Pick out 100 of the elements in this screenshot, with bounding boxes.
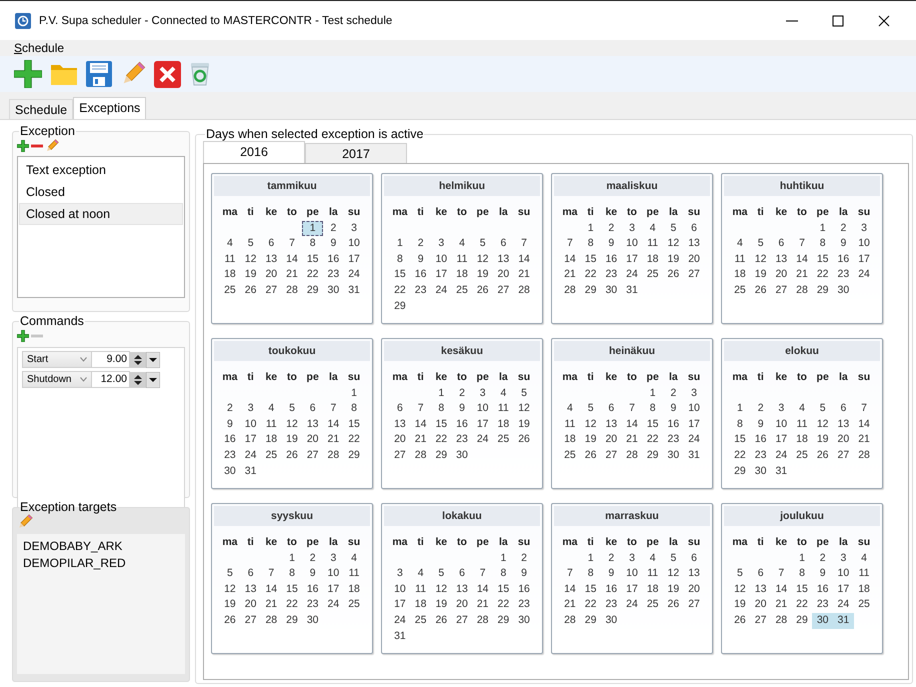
calendar-day[interactable]: 25 [560,448,580,464]
calendar-day[interactable]: 18 [792,432,812,448]
calendar-day[interactable]: 31 [833,612,854,629]
command-dropdown[interactable]: Start [22,351,92,368]
calendar-day[interactable]: 29 [390,298,410,314]
calendar-day[interactable]: 13 [600,416,622,432]
calendar-day[interactable]: 22 [642,432,664,448]
calendar-day[interactable]: 8 [390,252,410,268]
calendar-day[interactable]: 14 [854,416,874,432]
calendar-day[interactable]: 18 [642,252,664,268]
calendar-day[interactable]: 3 [472,386,494,402]
calendar-day[interactable]: 17 [430,267,452,283]
list-item[interactable]: Closed at noon [19,203,183,225]
calendar-day[interactable]: 30 [514,612,534,629]
calendar-day[interactable]: 12 [514,401,534,417]
calendar-day[interactable]: 16 [600,582,622,598]
calendar-day[interactable]: 15 [580,252,601,268]
calendar-day[interactable]: 17 [344,252,364,268]
calendar-day[interactable]: 10 [472,401,494,417]
calendar-day[interactable]: 12 [580,416,601,432]
calendar-day[interactable]: 1 [430,386,452,402]
calendar-day[interactable]: 20 [600,432,622,448]
calendar-day[interactable]: 5 [580,401,601,417]
floppy-icon[interactable] [86,61,112,87]
calendar-day[interactable]: 16 [323,252,344,268]
calendar-day[interactable]: 15 [642,416,664,432]
calendar-day[interactable]: 20 [833,432,854,448]
time-field[interactable]: 9.00 [92,351,130,368]
calendar-day[interactable]: 2 [410,236,431,252]
calendar-day[interactable]: 21 [260,597,282,613]
calendar-day[interactable]: 8 [812,236,834,252]
command-dropdown[interactable]: Shutdown [22,371,92,388]
calendar-day[interactable]: 12 [240,252,261,268]
calendar-day[interactable]: 26 [750,282,771,299]
calendar-day[interactable]: 8 [493,566,514,582]
calendar-day[interactable]: 28 [622,448,642,464]
calendar-day[interactable]: 27 [684,597,704,613]
calendar-day[interactable]: 4 [410,566,431,582]
calendar-day[interactable]: 16 [663,416,684,432]
calendar-day[interactable]: 1 [812,220,834,236]
calendar-day[interactable]: 31 [770,464,792,480]
calendar-day[interactable]: 2 [600,550,622,566]
calendar-day[interactable]: 4 [642,220,664,236]
calendar-day[interactable]: 1 [302,220,324,236]
calendar-day[interactable]: 28 [854,448,874,464]
calendar-day[interactable]: 2 [750,401,771,417]
calendar-day[interactable]: 4 [344,550,364,566]
calendar-day[interactable]: 25 [792,448,812,464]
add-icon[interactable] [17,330,29,342]
calendar-day[interactable]: 3 [344,220,364,236]
calendar-day[interactable]: 6 [600,401,622,417]
calendar-day[interactable]: 30 [302,612,324,629]
calendar-day[interactable]: 11 [730,252,750,268]
calendar-day[interactable]: 15 [430,416,452,432]
calendar-day[interactable]: 1 [730,401,750,417]
calendar-day[interactable]: 21 [560,597,580,613]
calendar-day[interactable]: 12 [663,566,684,582]
calendar-day[interactable]: 9 [663,401,684,417]
calendar-day[interactable]: 13 [240,582,261,598]
calendar-day[interactable]: 26 [663,597,684,613]
calendar-day[interactable]: 9 [220,416,240,432]
calendar-day[interactable]: 21 [472,597,494,613]
calendar-day[interactable]: 31 [684,448,704,464]
calendar-day[interactable]: 8 [642,401,664,417]
calendar-day[interactable]: 18 [452,267,472,283]
calendar-day[interactable]: 24 [472,432,494,448]
calendar-day[interactable]: 15 [812,252,834,268]
calendar-day[interactable]: 29 [812,282,834,299]
calendar-day[interactable]: 14 [410,416,431,432]
calendar-day[interactable]: 8 [730,416,750,432]
calendar-day[interactable]: 11 [220,252,240,268]
calendar-day[interactable]: 16 [514,582,534,598]
calendar-day[interactable]: 20 [684,582,704,598]
calendar-day[interactable]: 12 [282,416,302,432]
calendar-day[interactable]: 5 [514,386,534,402]
calendar-day[interactable]: 12 [663,236,684,252]
calendar-day[interactable]: 23 [302,597,324,613]
calendar-day[interactable]: 10 [344,236,364,252]
calendar-day[interactable]: 26 [514,432,534,448]
calendar-day[interactable]: 8 [282,566,302,582]
calendar-day[interactable]: 6 [770,236,792,252]
calendar-day[interactable]: 19 [663,252,684,268]
calendar-day[interactable]: 6 [833,401,854,417]
calendar-day[interactable]: 19 [750,267,771,283]
calendar-day[interactable]: 1 [580,220,601,236]
calendar-day[interactable]: 22 [580,267,601,283]
calendar-day[interactable]: 31 [240,464,261,480]
calendar-day[interactable]: 18 [493,416,514,432]
calendar-day[interactable]: 30 [323,282,344,299]
calendar-day[interactable]: 15 [493,582,514,598]
calendar-day[interactable]: 25 [854,597,874,613]
calendar-day[interactable]: 6 [452,566,472,582]
calendar-day[interactable]: 15 [302,252,324,268]
calendar-day[interactable]: 10 [323,566,344,582]
calendar-day[interactable]: 14 [560,582,580,598]
calendar-day[interactable]: 20 [493,267,514,283]
calendar-day[interactable]: 17 [472,416,494,432]
calendar-day[interactable]: 26 [240,282,261,299]
calendar-day[interactable]: 28 [792,282,812,299]
calendar-day[interactable]: 21 [323,432,344,448]
